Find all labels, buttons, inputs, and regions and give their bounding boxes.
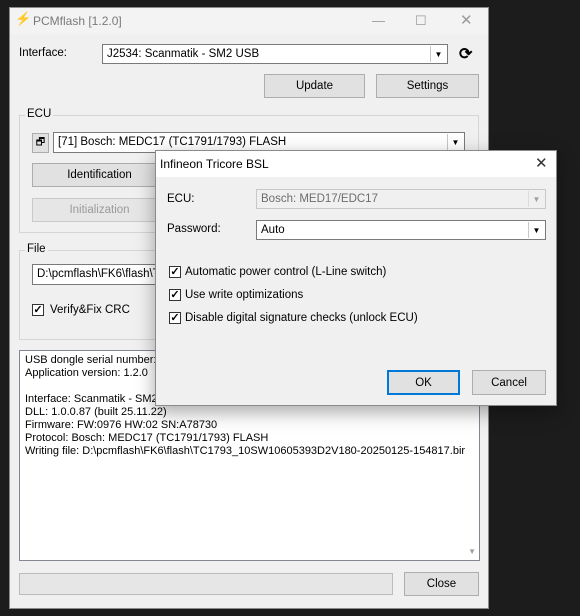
log-line: DLL: 1.0.0.87 (built 25.11.22): [25, 406, 167, 418]
dialog-ecu-select[interactable]: Bosch: MED17/EDC17 ▼: [256, 189, 546, 209]
dialog-ecu-value: Bosch: MED17/EDC17: [261, 193, 378, 205]
password-value: Auto: [261, 224, 285, 236]
bsl-dialog: Infineon Tricore BSL ✕ ECU: Bosch: MED17…: [155, 150, 557, 406]
password-select[interactable]: Auto ▼: [256, 220, 546, 240]
close-button[interactable]: Close: [404, 572, 479, 596]
power-control-checkbox[interactable]: ✓: [169, 266, 181, 278]
verify-label: Verify&Fix CRC: [50, 304, 130, 316]
refresh-icon[interactable]: ⟳: [459, 44, 472, 64]
chevron-down-icon[interactable]: ▼: [447, 134, 463, 151]
interface-value: J2534: Scanmatik - SM2 USB: [107, 48, 260, 60]
ecu-group-label: ECU: [25, 108, 54, 120]
ecu-value: [71] Bosch: MEDC17 (TC1791/1793) FLASH: [58, 136, 287, 148]
dialog-title: Infineon Tricore BSL: [160, 157, 269, 171]
log-line: Writing file: D:\pcmflash\FK6\flash\TC17…: [25, 445, 466, 457]
settings-button[interactable]: Settings: [376, 74, 479, 98]
signature-checks-label: Disable digital signature checks (unlock…: [185, 312, 418, 324]
window-title: PCMflash [1.2.0]: [33, 14, 122, 28]
ok-button[interactable]: OK: [387, 370, 460, 395]
write-optimizations-label: Use write optimizations: [185, 289, 304, 301]
verify-checkbox[interactable]: ✓: [32, 304, 44, 316]
chevron-down-icon[interactable]: ▼: [528, 222, 544, 238]
dialog-title-bar[interactable]: Infineon Tricore BSL ✕: [156, 151, 556, 177]
signature-checks-checkbox[interactable]: ✓: [169, 312, 181, 324]
lightning-icon: ⚡: [15, 11, 32, 26]
chevron-down-icon[interactable]: ▼: [528, 191, 544, 207]
maximize-icon[interactable]: ☐: [415, 13, 427, 29]
log-line: Firmware: FW:0976 HW:02 SN:A78730: [25, 419, 218, 431]
cancel-button[interactable]: Cancel: [472, 370, 546, 395]
minimize-icon[interactable]: —: [372, 13, 385, 28]
dialog-ecu-label: ECU:: [167, 193, 195, 205]
scroll-down-icon[interactable]: ▼: [468, 545, 476, 558]
file-group-label: File: [25, 243, 48, 255]
progress-bar: [19, 573, 393, 595]
chevron-down-icon[interactable]: ▼: [430, 46, 446, 62]
interface-select[interactable]: J2534: Scanmatik - SM2 USB ▼: [102, 44, 448, 64]
close-icon[interactable]: ✕: [535, 154, 548, 172]
close-icon[interactable]: ✕: [460, 11, 473, 29]
password-label: Password:: [167, 223, 221, 235]
window-icon[interactable]: 🗗: [32, 133, 49, 153]
initialization-button[interactable]: Initialization: [32, 198, 167, 222]
interface-label: Interface:: [19, 47, 67, 59]
identification-button[interactable]: Identification: [32, 163, 167, 187]
update-button[interactable]: Update: [264, 74, 365, 98]
file-path-value: D:\pcmflash\FK6\flash\TC: [37, 268, 169, 280]
write-optimizations-checkbox[interactable]: ✓: [169, 289, 181, 301]
log-line: Protocol: Bosch: MEDC17 (TC1791/1793) FL…: [25, 432, 269, 444]
title-bar[interactable]: ⚡ PCMflash [1.2.0] — ☐ ✕: [10, 8, 488, 34]
power-control-label: Automatic power control (L-Line switch): [185, 266, 387, 278]
